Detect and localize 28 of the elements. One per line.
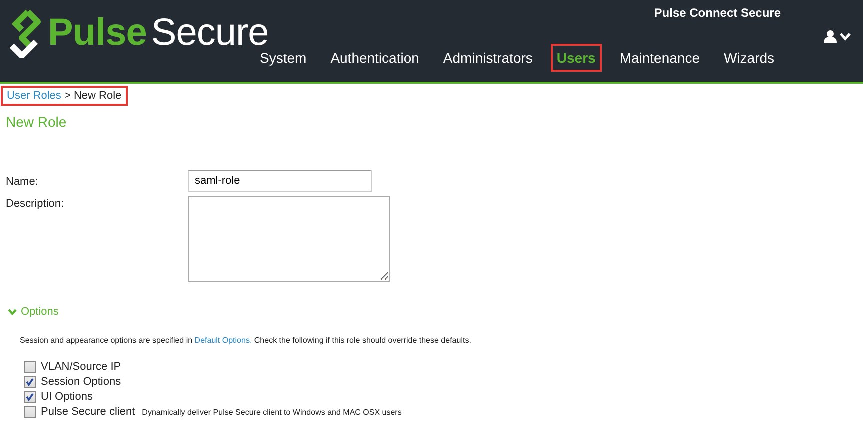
nav-tab[interactable]: Maintenance bbox=[614, 44, 706, 72]
nav-tab[interactable]: Administrators bbox=[437, 44, 539, 72]
field-label: Name: bbox=[6, 175, 40, 190]
checkbox[interactable] bbox=[24, 361, 36, 373]
default-options-link[interactable]: Default Options. bbox=[194, 336, 252, 345]
checkbox[interactable] bbox=[24, 376, 36, 388]
checkbox-label: UI Options bbox=[41, 391, 93, 403]
checkbox[interactable] bbox=[24, 406, 36, 418]
logo-icon bbox=[8, 8, 42, 58]
checkbox-label: Session Options bbox=[41, 376, 122, 388]
field-label: Description: bbox=[6, 197, 66, 212]
name-input[interactable]: saml-role bbox=[188, 170, 372, 192]
page-title: New Role bbox=[6, 114, 68, 130]
breadcrumb-link[interactable]: User Roles bbox=[7, 90, 62, 102]
nav-tab[interactable]: Users bbox=[550, 44, 602, 72]
option-hint: Dynamically deliver Pulse Secure client to Windows and MAC OSX users bbox=[142, 408, 402, 416]
checkbox-label: VLAN/Source IP bbox=[41, 361, 122, 373]
description-input[interactable] bbox=[188, 196, 390, 282]
nav-tab[interactable]: Authentication bbox=[324, 44, 426, 72]
user-icon[interactable] bbox=[824, 30, 837, 43]
product-name: Pulse Connect Secure bbox=[654, 6, 781, 20]
logo-text: Pulse bbox=[48, 12, 147, 54]
nav-tab[interactable]: Wizards bbox=[718, 44, 781, 72]
checkbox-label: Pulse Secure client bbox=[41, 406, 136, 418]
checkbox[interactable] bbox=[24, 391, 36, 403]
chevron-down-icon bbox=[8, 308, 17, 316]
options-note: Session and appearance options are specified in Default Options. Check the following if this role should override these defaults. bbox=[20, 336, 472, 345]
breadcrumb: User Roles > New Role bbox=[1, 86, 128, 106]
